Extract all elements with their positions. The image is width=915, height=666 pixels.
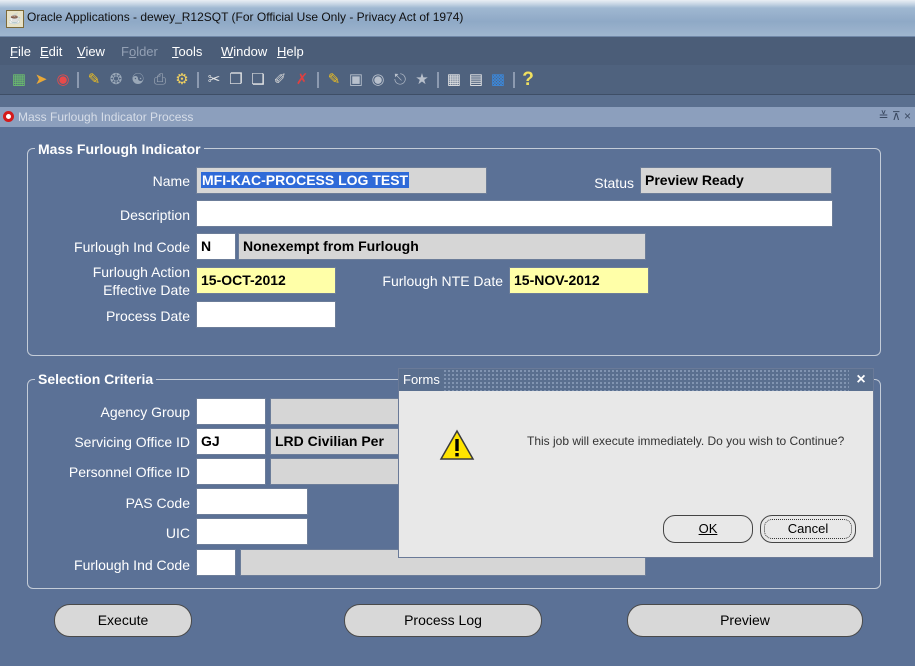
toolbar-separator <box>317 72 319 88</box>
dialog-title-bar: Forms × <box>399 369 873 391</box>
uic-label: UIC <box>165 525 190 541</box>
execute-button[interactable]: Execute <box>54 604 192 637</box>
servicing-office-label: Servicing Office ID <box>74 434 190 450</box>
name-field[interactable]: MFI-KAC-PROCESS LOG TEST <box>196 167 487 194</box>
status-field: Preview Ready <box>640 167 832 194</box>
copy-icon[interactable]: ❐ <box>227 71 245 89</box>
cancel-label: Cancel <box>787 521 829 536</box>
action-date-label: Furlough Action Effective Date <box>40 263 190 299</box>
title-bar-gloss <box>0 0 915 8</box>
form-window-controls[interactable]: ≚ ⊼ × <box>878 109 911 123</box>
save-icon[interactable]: ❂ <box>107 71 125 89</box>
navigate-icon[interactable]: ➤ <box>32 71 50 89</box>
translations-icon[interactable]: ◉ <box>369 71 387 89</box>
open-folder-icon[interactable]: ✎ <box>85 71 103 89</box>
personnel-office-desc <box>270 458 405 485</box>
mfi-group-title: Mass Furlough Indicator <box>35 141 204 157</box>
menu-folder[interactable]: Folder <box>121 44 158 59</box>
nte-date-label: Furlough NTE Date <box>382 273 503 289</box>
description-label: Description <box>119 207 190 223</box>
dialog-close-icon[interactable]: × <box>849 369 873 391</box>
action-date-field[interactable]: 15-OCT-2012 <box>196 267 336 294</box>
menu-bar: File Edit View Folder Tools Window Help <box>0 37 915 65</box>
pas-code-label: PAS Code <box>125 495 190 511</box>
toolbar-separator <box>437 72 439 88</box>
preview-button[interactable]: Preview <box>627 604 863 637</box>
form-title-bar: Mass Furlough Indicator Process ≚ ⊼ × <box>0 107 915 127</box>
menu-file[interactable]: File <box>10 44 31 59</box>
furlough-ind-code-label: Furlough Ind Code <box>74 239 190 255</box>
new-record-icon[interactable]: ▦ <box>10 71 28 89</box>
help-icon[interactable]: ? <box>519 70 537 89</box>
furlough-ind-code-field[interactable]: N <box>196 233 236 260</box>
print-icon[interactable]: ⎙ <box>151 71 169 89</box>
name-value: MFI-KAC-PROCESS LOG TEST <box>201 172 410 188</box>
ok-button[interactable]: OK <box>663 515 753 543</box>
paste-icon[interactable]: ❏ <box>249 71 267 89</box>
dialog-title: Forms <box>399 369 444 391</box>
attach-icon[interactable]: ⎋ <box>391 71 409 89</box>
edit-field-icon[interactable]: ✐ <box>271 71 289 89</box>
selection-furlough-ind-code-field[interactable] <box>196 549 236 576</box>
warning-icon <box>439 429 475 460</box>
menu-tools[interactable]: Tools <box>172 44 202 59</box>
nte-date-field[interactable]: 15-NOV-2012 <box>509 267 649 294</box>
menu-window[interactable]: Window <box>221 44 267 59</box>
uic-field[interactable] <box>196 518 308 545</box>
selection-group-title: Selection Criteria <box>35 371 157 387</box>
clear-record-icon[interactable]: ✗ <box>293 71 311 89</box>
action-date-label-line2: Effective Date <box>103 282 190 298</box>
calendar-icon[interactable]: ▦ <box>445 71 463 89</box>
menu-view[interactable]: View <box>77 44 105 59</box>
agency-group-desc <box>270 398 405 425</box>
furlough-ind-code-desc: Nonexempt from Furlough <box>238 233 646 260</box>
cancel-button[interactable]: Cancel <box>760 515 856 543</box>
status-label: Status <box>594 175 634 191</box>
forms-dialog: Forms × This job will execute immediatel… <box>398 368 874 558</box>
menu-help[interactable]: Help <box>277 44 304 59</box>
servicing-office-field[interactable]: GJ <box>196 428 266 455</box>
form-title: Mass Furlough Indicator Process <box>18 110 194 124</box>
personnel-office-label: Personnel Office ID <box>68 464 190 480</box>
calendar-alt-icon[interactable]: ▤ <box>467 71 485 89</box>
toolbar: ▦ ➤ ◉ ✎ ❂ ☯ ⎙ ⚙ ✂ ❐ ❏ ✐ ✗ ✎ ▣ ◉ ⎋ ★ ▦ ▤ … <box>0 65 915 95</box>
servicing-office-desc: LRD Civilian Per <box>270 428 405 455</box>
ok-label: OK <box>698 521 718 536</box>
window-title-bar: ☕ Oracle Applications - dewey_R12SQT (Fo… <box>0 0 915 37</box>
zoom-icon[interactable]: ◉ <box>54 71 72 89</box>
process-date-label: Process Date <box>105 308 190 324</box>
oracle-form-icon <box>3 111 14 122</box>
find-icon[interactable]: ⚙ <box>173 71 191 89</box>
agency-group-label: Agency Group <box>100 404 191 420</box>
cut-icon[interactable]: ✂ <box>205 71 223 89</box>
toolbar-separator <box>513 72 515 88</box>
folder-tools-icon[interactable]: ▣ <box>347 71 365 89</box>
agency-group-field[interactable] <box>196 398 266 425</box>
selection-furlough-ind-code-label: Furlough Ind Code <box>74 557 190 573</box>
window-title: Oracle Applications - dewey_R12SQT (For … <box>27 10 464 24</box>
action-date-label-line1: Furlough Action <box>92 264 190 280</box>
process-date-field[interactable] <box>196 301 336 328</box>
switch-responsibility-icon[interactable]: ☯ <box>129 71 147 89</box>
help-icon-toolbar[interactable]: ★ <box>413 71 431 89</box>
java-cup-icon: ☕ <box>6 10 24 28</box>
export-icon[interactable]: ▩ <box>489 71 507 89</box>
pas-code-field[interactable] <box>196 488 308 515</box>
dialog-message: This job will execute immediately. Do yo… <box>527 434 845 448</box>
toolbar-separator <box>197 72 199 88</box>
description-field[interactable] <box>196 200 833 227</box>
process-log-button[interactable]: Process Log <box>344 604 542 637</box>
menu-edit[interactable]: Edit <box>40 44 62 59</box>
personnel-office-field[interactable] <box>196 458 266 485</box>
attachments-icon[interactable]: ✎ <box>325 71 343 89</box>
name-label: Name <box>152 173 190 189</box>
toolbar-separator <box>77 72 79 88</box>
